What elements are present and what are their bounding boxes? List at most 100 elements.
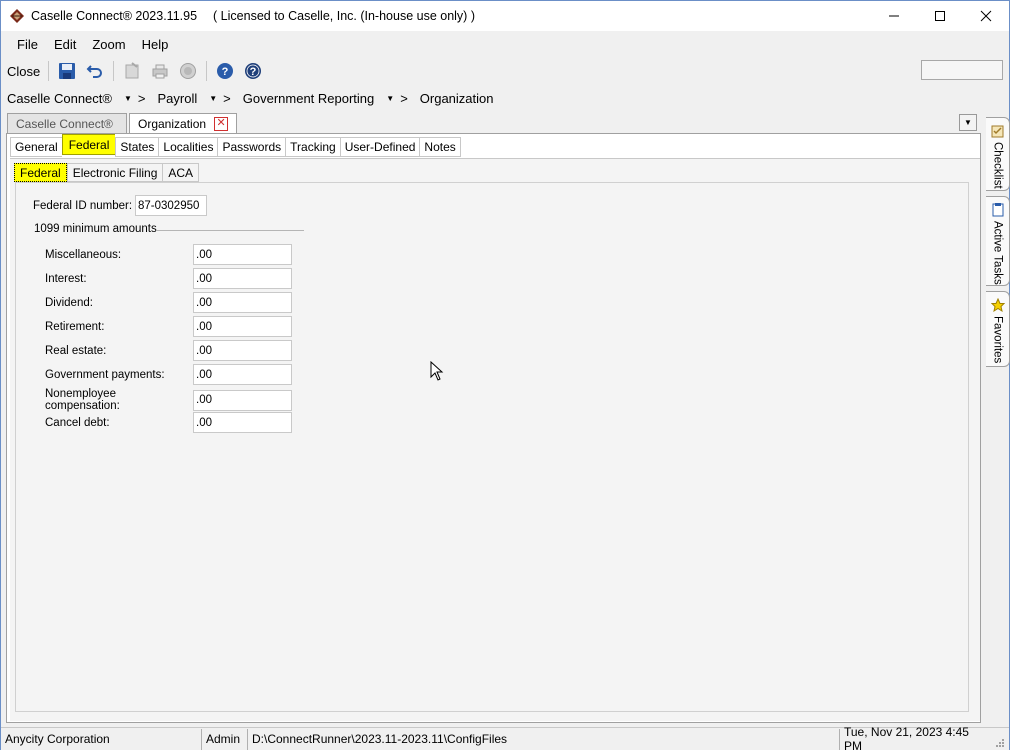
subtab-aca[interactable]: ACA xyxy=(162,163,200,182)
close-tab-icon[interactable]: ✕ xyxy=(214,117,229,131)
caselle-logo-icon xyxy=(10,9,24,23)
menu-file[interactable]: File xyxy=(9,37,46,52)
minimize-icon xyxy=(889,15,899,17)
nonemployee-compensation-label: Nonemployee compensation: xyxy=(45,388,120,412)
menu-bar: File Edit Zoom Help xyxy=(1,32,1009,56)
toolbar: Close ? ? xyxy=(1,58,1009,84)
side-tab-label: Checklist xyxy=(991,142,1004,189)
cancel-debt-label: Cancel debt: xyxy=(45,416,110,429)
toolbar-separator xyxy=(48,61,50,81)
side-tab-checklist[interactable]: Checklist xyxy=(986,117,1010,191)
checklist-icon xyxy=(991,125,1003,138)
side-tab-favorites[interactable]: Favorites xyxy=(986,291,1010,367)
mouse-cursor-icon xyxy=(430,361,444,381)
breadcrumb-government-reporting[interactable]: Government Reporting xyxy=(243,91,375,106)
breadcrumb: Caselle Connect® ▼ > Payroll ▼ > Governm… xyxy=(7,89,500,107)
chevron-down-icon[interactable]: ▼ xyxy=(386,94,394,103)
status-datetime: Tue, Nov 21, 2023 4:45 PM xyxy=(839,725,989,750)
sub-tabs: Federal Electronic Filing ACA xyxy=(14,163,200,183)
doc-tab-label: Caselle Connect® xyxy=(16,117,113,131)
dividend-label: Dividend: xyxy=(45,296,93,309)
toolbar-separator xyxy=(206,61,208,81)
miscellaneous-label: Miscellaneous: xyxy=(45,248,122,261)
cancel-debt-field[interactable]: .00 xyxy=(193,412,292,433)
doc-tab-label: Organization xyxy=(138,117,207,131)
doc-tab-organization[interactable]: Organization ✕ xyxy=(129,113,238,134)
nonemployee-compensation-field[interactable]: .00 xyxy=(193,389,292,411)
amount-row: Miscellaneous: .00 xyxy=(45,244,292,265)
close-window-button[interactable] xyxy=(963,1,1009,31)
breadcrumb-separator-icon: > xyxy=(137,90,146,106)
amount-row: Nonemployee compensation: .00 xyxy=(45,388,292,412)
help-icon: ? xyxy=(217,63,234,79)
maximize-button[interactable] xyxy=(917,1,963,31)
license-text: ( Licensed to Caselle, Inc. (In-house us… xyxy=(213,9,475,23)
real-estate-label: Real estate: xyxy=(45,344,107,357)
subtab-electronic-filing[interactable]: Electronic Filing xyxy=(66,163,163,182)
window-controls xyxy=(871,1,1009,31)
tab-general[interactable]: General xyxy=(10,137,62,157)
status-path: D:\ConnectRunner\2023.11-2023.11\ConfigF… xyxy=(252,732,508,746)
tab-notes[interactable]: Notes xyxy=(419,137,461,157)
dividend-field[interactable]: .00 xyxy=(193,292,292,313)
document-tabs: Caselle Connect® Organization ✕ xyxy=(7,113,239,134)
retirement-field[interactable]: .00 xyxy=(193,316,292,337)
side-tab-active-tasks[interactable]: Active Tasks xyxy=(986,196,1010,286)
tab-tracking[interactable]: Tracking xyxy=(285,137,340,157)
close-button[interactable]: Close xyxy=(7,64,44,79)
interest-field[interactable]: .00 xyxy=(193,268,292,289)
menu-zoom[interactable]: Zoom xyxy=(84,37,133,52)
government-payments-label: Government payments: xyxy=(45,368,165,381)
tab-passwords[interactable]: Passwords xyxy=(217,137,286,157)
app-window: Caselle Connect® 2023.11.95 ( Licensed t… xyxy=(0,0,1010,750)
federal-id-label: Federal ID number: xyxy=(33,199,133,212)
miscellaneous-field[interactable]: .00 xyxy=(193,244,292,265)
amount-row: Government payments: .00 xyxy=(45,364,292,385)
print-icon xyxy=(152,64,168,79)
government-payments-field[interactable]: .00 xyxy=(193,364,292,385)
tab-user-defined[interactable]: User-Defined xyxy=(339,137,420,157)
federal-id-row: Federal ID number: 87-0302950 xyxy=(33,195,207,216)
tab-federal[interactable]: Federal xyxy=(61,134,116,155)
star-icon xyxy=(990,298,1005,312)
breadcrumb-separator-icon: > xyxy=(400,90,408,106)
close-icon xyxy=(980,10,992,22)
breadcrumb-home[interactable]: Caselle Connect® xyxy=(7,91,112,106)
menu-help[interactable]: Help xyxy=(134,37,177,52)
save-icon xyxy=(59,63,76,79)
chevron-down-icon[interactable]: ▼ xyxy=(209,94,217,103)
chevron-down-icon[interactable]: ▼ xyxy=(124,94,132,103)
breadcrumb-payroll[interactable]: Payroll xyxy=(157,91,197,106)
undo-button[interactable] xyxy=(85,61,105,81)
real-estate-field[interactable]: .00 xyxy=(193,340,292,361)
amount-row: Interest: .00 xyxy=(45,268,292,289)
undo-icon xyxy=(86,65,103,78)
print-button xyxy=(150,61,170,81)
subtab-federal[interactable]: Federal xyxy=(14,163,67,182)
help-button[interactable]: ? xyxy=(215,61,235,81)
amount-row: Real estate: .00 xyxy=(45,340,292,361)
retirement-label: Retirement: xyxy=(45,320,105,333)
minimum-amounts-group-label: 1099 minimum amounts xyxy=(34,223,157,235)
export-icon xyxy=(125,62,139,79)
amount-row: Retirement: .00 xyxy=(45,316,292,337)
context-help-button[interactable]: ? xyxy=(243,61,263,81)
title-bar: Caselle Connect® 2023.11.95 ( Licensed t… xyxy=(1,1,1009,31)
status-organization: Anycity Corporation xyxy=(1,728,202,750)
chevron-down-icon: ▼ xyxy=(964,118,972,127)
federal-id-field[interactable]: 87-0302950 xyxy=(135,195,207,216)
globe-icon xyxy=(180,63,197,79)
tab-states[interactable]: States xyxy=(115,137,159,157)
side-tab-label: Favorites xyxy=(991,316,1004,364)
tab-localities[interactable]: Localities xyxy=(158,137,218,157)
minimize-button[interactable] xyxy=(871,1,917,31)
quick-search-input[interactable] xyxy=(921,60,1003,80)
save-button[interactable] xyxy=(57,61,77,81)
menu-edit[interactable]: Edit xyxy=(46,37,84,52)
tasks-icon xyxy=(992,203,1003,217)
export-button xyxy=(122,61,142,81)
tab-list-dropdown-button[interactable]: ▼ xyxy=(959,114,977,131)
resize-grip-icon[interactable] xyxy=(995,738,1005,748)
breadcrumb-separator-icon: > xyxy=(223,90,231,106)
doc-tab-caselle-connect[interactable]: Caselle Connect® xyxy=(7,113,127,134)
